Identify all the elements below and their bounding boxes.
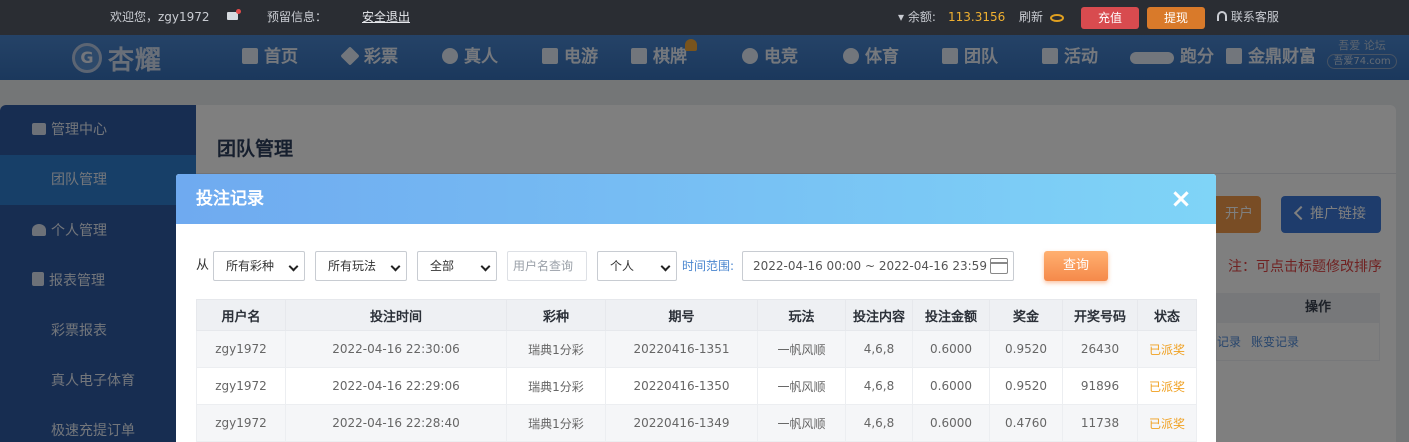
column-header[interactable]: 投注时间 <box>285 299 507 331</box>
cell-status: 已派奖 <box>1137 404 1197 442</box>
time-range-value: 2022-04-16 00:00 ~ 2022-04-16 23:59 <box>753 259 987 273</box>
username-search-input[interactable]: 用户名查询 <box>507 251 587 281</box>
cell-bet-time: 2022-04-16 22:29:06 <box>285 367 507 405</box>
select-value: 所有彩种 <box>226 259 275 273</box>
column-header[interactable]: 投注金额 <box>912 299 990 331</box>
cell-prize: 0.4760 <box>989 404 1063 442</box>
column-header[interactable]: 奖金 <box>989 299 1063 331</box>
recharge-button[interactable]: 充值 <box>1081 7 1139 29</box>
table-header-row: 用户名 投注时间 彩种 期号 玩法 投注内容 投注金额 奖金 开奖号码 状态 <box>196 299 1197 331</box>
balance-value: 113.3156 <box>948 10 1006 24</box>
chevron-down-icon <box>288 261 299 272</box>
cell-content: 4,6,8 <box>845 404 913 442</box>
cell-issue: 20220416-1350 <box>605 367 758 405</box>
column-header[interactable]: 玩法 <box>757 299 846 331</box>
bet-records-modal: 投注记录 × 从 所有彩种 所有玩法 全部 用户名查询 个人 时间范围: 202… <box>176 174 1216 442</box>
cell-play: 一帆风顺 <box>757 404 846 442</box>
scope-select[interactable]: 个人 <box>597 251 677 281</box>
lottery-select[interactable]: 所有彩种 <box>213 251 305 281</box>
chevron-down-icon <box>390 261 401 272</box>
cell-draw-number: 11738 <box>1062 404 1138 442</box>
column-header[interactable]: 状态 <box>1137 299 1197 331</box>
balance-label-text: 余额: <box>907 10 936 24</box>
cell-amount: 0.6000 <box>912 330 990 368</box>
table-row[interactable]: zgy1972 2022-04-16 22:28:40 瑞典1分彩 202204… <box>196 404 1197 442</box>
cell-draw-number: 26430 <box>1062 330 1138 368</box>
from-label: 从 <box>196 258 210 273</box>
table-row[interactable]: zgy1972 2022-04-16 22:29:06 瑞典1分彩 202204… <box>196 367 1197 405</box>
support-label: 联系客服 <box>1230 10 1279 24</box>
logout-link[interactable]: 安全退出 <box>362 0 410 35</box>
reserved-info-label: 预留信息： <box>267 10 328 24</box>
modal-header: 投注记录 × <box>176 174 1216 224</box>
cell-status: 已派奖 <box>1137 367 1197 405</box>
play-type-select[interactable]: 所有玩法 <box>315 251 407 281</box>
cell-prize: 0.9520 <box>989 330 1063 368</box>
column-header[interactable]: 开奖号码 <box>1062 299 1138 331</box>
column-header[interactable]: 投注内容 <box>845 299 913 331</box>
status-select[interactable]: 全部 <box>417 251 497 281</box>
column-header[interactable]: 用户名 <box>196 299 286 331</box>
cell-username: zgy1972 <box>196 404 286 442</box>
cell-amount: 0.6000 <box>912 404 990 442</box>
welcome-text: 欢迎您，zgy1972 <box>110 10 210 24</box>
cell-draw-number: 91896 <box>1062 367 1138 405</box>
select-value: 全部 <box>430 259 455 273</box>
cell-content: 4,6,8 <box>845 330 913 368</box>
table-row[interactable]: zgy1972 2022-04-16 22:30:06 瑞典1分彩 202204… <box>196 330 1197 368</box>
cell-lottery: 瑞典1分彩 <box>506 330 606 368</box>
top-bar: 欢迎您，zgy1972 预留信息： 安全退出 ▾ 余额: 113.3156 刷新… <box>0 0 1409 35</box>
cell-lottery: 瑞典1分彩 <box>506 367 606 405</box>
time-range-input[interactable]: 2022-04-16 00:00 ~ 2022-04-16 23:59 <box>742 251 1014 281</box>
chevron-down-icon <box>480 261 491 272</box>
balance-label: ▾ 余额: <box>898 10 936 24</box>
cell-bet-time: 2022-04-16 22:30:06 <box>285 330 507 368</box>
cell-content: 4,6,8 <box>845 367 913 405</box>
cell-amount: 0.6000 <box>912 367 990 405</box>
query-button[interactable]: 查询 <box>1044 251 1108 281</box>
column-header[interactable]: 期号 <box>605 299 758 331</box>
time-range-label: 时间范围: <box>682 259 735 273</box>
cell-status: 已派奖 <box>1137 330 1197 368</box>
cell-prize: 0.9520 <box>989 367 1063 405</box>
calendar-icon[interactable] <box>990 258 1008 274</box>
close-icon[interactable]: × <box>1168 186 1194 212</box>
select-value: 所有玩法 <box>328 259 377 273</box>
cell-issue: 20220416-1351 <box>605 330 758 368</box>
cell-username: zgy1972 <box>196 330 286 368</box>
support-link[interactable]: 联系客服 <box>1217 0 1279 35</box>
cell-issue: 20220416-1349 <box>605 404 758 442</box>
chevron-down-icon <box>660 261 671 272</box>
mail-icon[interactable] <box>227 0 241 35</box>
column-header[interactable]: 彩种 <box>506 299 606 331</box>
cell-lottery: 瑞典1分彩 <box>506 404 606 442</box>
cell-bet-time: 2022-04-16 22:28:40 <box>285 404 507 442</box>
modal-title: 投注记录 <box>196 189 264 209</box>
withdraw-button[interactable]: 提现 <box>1147 7 1205 29</box>
bet-records-table: 用户名 投注时间 彩种 期号 玩法 投注内容 投注金额 奖金 开奖号码 状态 z… <box>196 299 1197 442</box>
cell-username: zgy1972 <box>196 367 286 405</box>
cell-play: 一帆风顺 <box>757 330 846 368</box>
select-value: 个人 <box>610 259 635 273</box>
headset-icon <box>1217 11 1227 21</box>
eye-hidden-icon[interactable] <box>1050 0 1064 35</box>
cell-play: 一帆风顺 <box>757 367 846 405</box>
refresh-link[interactable]: 刷新 <box>1019 0 1043 35</box>
